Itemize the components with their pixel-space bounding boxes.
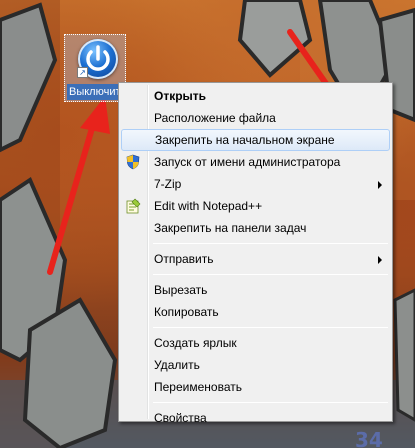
shortcut-label: Выключить	[67, 84, 125, 100]
bottom-corner-text: 34	[355, 428, 383, 448]
submenu-arrow-icon	[378, 181, 382, 189]
submenu-arrow-icon	[378, 256, 382, 264]
menu-item-pin-to-taskbar[interactable]: Закрепить на панели задач	[121, 217, 390, 239]
menu-item-copy[interactable]: Копировать	[121, 301, 390, 323]
uac-shield-icon	[125, 154, 141, 170]
menu-separator	[153, 274, 388, 275]
menu-separator	[153, 402, 388, 403]
menu-item-rename[interactable]: Переименовать	[121, 376, 390, 398]
menu-item-run-as-admin[interactable]: Запуск от имени администратора	[121, 151, 390, 173]
menu-item-open[interactable]: Открыть	[121, 85, 390, 107]
menu-separator	[153, 243, 388, 244]
menu-item-create-shortcut[interactable]: Создать ярлык	[121, 332, 390, 354]
context-menu: Открыть Расположение файла Закрепить на …	[118, 82, 393, 425]
menu-separator	[153, 327, 388, 328]
menu-item-notepadpp[interactable]: Edit with Notepad++	[121, 195, 390, 217]
menu-item-7zip[interactable]: 7-Zip	[121, 173, 390, 195]
desktop-shortcut-shutdown[interactable]: ↗ Выключить	[64, 34, 126, 102]
menu-item-label: Запуск от имени администратора	[154, 155, 341, 169]
menu-item-send-to[interactable]: Отправить	[121, 248, 390, 270]
menu-item-label: 7-Zip	[154, 177, 182, 191]
notepadpp-icon	[125, 198, 141, 214]
shortcut-arrow-icon: ↗	[77, 67, 88, 78]
menu-item-properties[interactable]: Свойства	[121, 407, 390, 429]
menu-item-label: Отправить	[154, 252, 214, 266]
menu-item-label: Edit with Notepad++	[154, 199, 263, 213]
menu-item-file-location[interactable]: Расположение файла	[121, 107, 390, 129]
menu-item-pin-to-start[interactable]: Закрепить на начальном экране	[121, 129, 390, 151]
menu-item-cut[interactable]: Вырезать	[121, 279, 390, 301]
menu-item-delete[interactable]: Удалить	[121, 354, 390, 376]
